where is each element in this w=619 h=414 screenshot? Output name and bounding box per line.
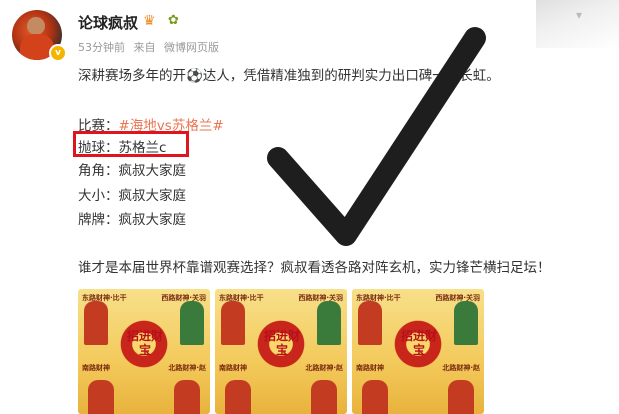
post-image-1[interactable]: 招进财宝 东路财神·比干 西路财神·关羽 南路财神 北路财神·赵 — [78, 289, 210, 414]
fan-badge-icon[interactable]: ✿ — [168, 13, 179, 28]
image-label: 南路财神 — [219, 364, 247, 372]
image-figure — [88, 380, 114, 414]
image-figure — [311, 380, 337, 414]
image-label: 北路财神·赵 — [305, 364, 343, 372]
intro-tail: 口碑一路长虹。 — [405, 68, 500, 84]
image-label: 东路财神·比干 — [356, 294, 401, 302]
post-intro: 深耕赛场多年的开⚽达人，凭借精准独到的研判实力出口碑一路长虹。 — [78, 66, 500, 86]
image-figure — [454, 301, 478, 345]
image-label: 南路财神 — [356, 364, 384, 372]
image-figure — [221, 301, 245, 345]
intro-text: 深耕赛场多年的开⚽达人，凭借精准独到的研判实力出 — [78, 68, 406, 84]
image-label: 西路财神·关羽 — [435, 294, 480, 302]
image-label: 南路财神 — [82, 364, 110, 372]
corner-value: 疯叔大家庭 — [118, 163, 187, 179]
image-label: 西路财神·关羽 — [298, 294, 343, 302]
image-figure — [448, 380, 474, 414]
card-value: 疯叔大家庭 — [118, 212, 187, 228]
post-source: 微博网页版 — [164, 41, 219, 54]
post-image-3[interactable]: 招进财宝 东路财神·比干 西路财神·关羽 南路财神 北路财神·赵 — [352, 289, 484, 414]
image-label: 东路财神·比干 — [82, 294, 127, 302]
image-figure — [225, 380, 251, 414]
image-label: 西路财神·关羽 — [161, 294, 206, 302]
image-label: 北路财神·赵 — [168, 364, 206, 372]
post-time[interactable]: 53分钟前 — [78, 41, 125, 54]
source-prefix: 来自 — [133, 41, 156, 54]
image-figure — [317, 301, 341, 345]
image-figure — [180, 301, 204, 345]
image-figure — [362, 380, 388, 414]
highlight-annotation-box — [73, 131, 189, 157]
card-label: 牌牌： — [78, 212, 119, 228]
image-center-text: 招进财宝 — [400, 329, 437, 357]
image-figure — [84, 301, 108, 345]
username[interactable]: 论球疯叔 — [78, 12, 138, 33]
image-label: 东路财神·比干 — [219, 294, 264, 302]
more-icon[interactable]: ▾ — [576, 8, 582, 22]
image-label: 北路财神·赵 — [442, 364, 480, 372]
post-closing: 谁才是本届世界杯靠谱观赛选择？疯叔看透各路对阵玄机，实力锋芒横扫足坛！ — [78, 260, 551, 276]
image-center-text: 招进财宝 — [263, 329, 300, 357]
corner-row: 角角：疯叔大家庭 — [78, 159, 186, 179]
card-row: 牌牌：疯叔大家庭 — [78, 208, 186, 228]
post-image-2[interactable]: 招进财宝 东路财神·比干 西路财神·关羽 南路财神 北路财神·赵 — [215, 289, 347, 414]
size-row: 大小：疯叔大家庭 — [78, 184, 186, 204]
verified-badge-icon: v — [49, 44, 67, 62]
corner-label: 角角： — [78, 163, 119, 179]
avatar-head — [27, 17, 45, 35]
size-label: 大小： — [78, 188, 119, 204]
image-center-text: 招进财宝 — [126, 329, 163, 357]
post-meta: 53分钟前 来自 微博网页版 — [78, 39, 224, 55]
image-figure — [358, 301, 382, 345]
image-figure — [174, 380, 200, 414]
crown-icon[interactable]: ♛ — [143, 13, 156, 29]
size-value: 疯叔大家庭 — [118, 188, 187, 204]
